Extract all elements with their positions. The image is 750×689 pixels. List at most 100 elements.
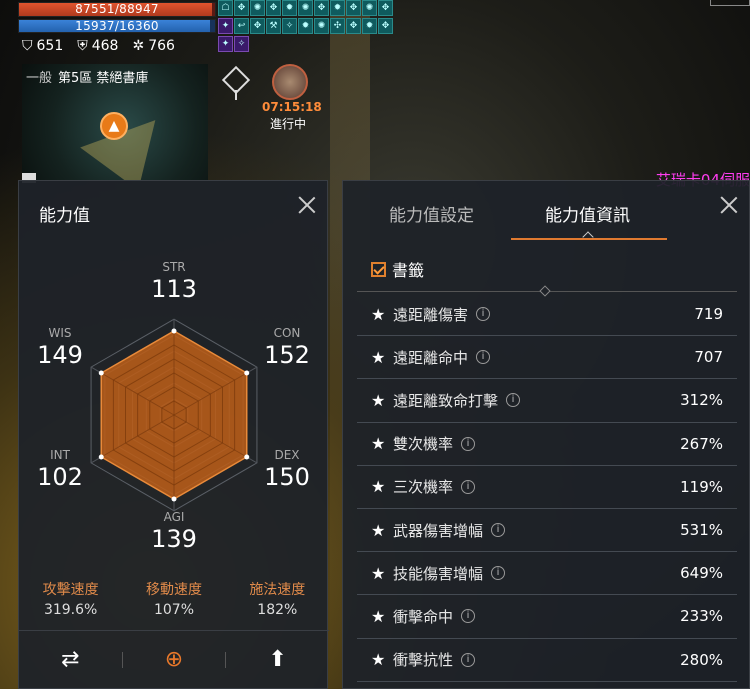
- buff-icon[interactable]: ✥: [346, 0, 361, 16]
- radar-vertex: [171, 328, 177, 334]
- buff-icon[interactable]: ↩: [234, 18, 249, 34]
- speed-label: 攻擊速度: [42, 582, 99, 598]
- zoom-in-icon[interactable]: ⊕: [123, 647, 226, 672]
- stat-row[interactable]: ★ 三次機率 i 119%: [357, 466, 737, 509]
- upgrade-arrow-icon[interactable]: ⬆: [226, 647, 329, 672]
- buff-icon[interactable]: ✥: [234, 0, 249, 16]
- buff-icon[interactable]: ✥: [250, 18, 265, 34]
- buff-icon[interactable]: ✥: [266, 0, 281, 16]
- radar-axis-value: 150: [264, 463, 310, 491]
- info-icon[interactable]: i: [461, 479, 476, 494]
- star-icon[interactable]: ★: [371, 434, 393, 453]
- buff-icon[interactable]: ✺: [362, 0, 377, 16]
- info-icon[interactable]: i: [506, 393, 521, 408]
- stat-info-panel: 能力值設定 能力值資訊 書籤 ★ 遠距離傷害 i 719 ★ 遠距離命中 i 707 ★ 遠距離致…: [342, 180, 750, 689]
- stat-row[interactable]: ★ 衝擊命中 i 233%: [357, 595, 737, 639]
- buff-icon[interactable]: ✣: [330, 18, 345, 34]
- star-icon[interactable]: ★: [371, 477, 393, 496]
- buff-icon[interactable]: ✥: [378, 0, 393, 16]
- info-icon[interactable]: i: [461, 652, 476, 667]
- stat-value: 719: [694, 305, 723, 324]
- close-icon[interactable]: [719, 195, 739, 215]
- hp-bar: 87551/88947: [18, 2, 216, 17]
- buff-icon[interactable]: ✥: [314, 0, 329, 16]
- swap-icon[interactable]: ⇄: [19, 647, 122, 672]
- stat-label: 遠距離致命打擊: [393, 391, 499, 410]
- buff-icon[interactable]: ✦: [218, 18, 233, 34]
- buff-icon[interactable]: ✹: [298, 18, 313, 34]
- stat-value: 280%: [680, 650, 723, 669]
- buff-icon[interactable]: ✦: [218, 36, 233, 52]
- buff-icon[interactable]: ✺: [314, 18, 329, 34]
- buff-bar: ☖ ✥ ✺ ✥ ✹ ✺ ✥ ✹ ✥ ✺ ✥ ✦ ↩ ✥ ⚒ ✧ ✹ ✺ ✣ ✥ ✹ ✥ ✦ ✧: [218, 0, 396, 54]
- checkbox-icon[interactable]: [371, 261, 386, 277]
- buff-icon[interactable]: ✹: [362, 18, 377, 34]
- buff-icon[interactable]: ✹: [282, 0, 297, 16]
- buff-icon[interactable]: ✧: [282, 18, 297, 34]
- buff-icon[interactable]: ✹: [330, 0, 345, 16]
- info-icon[interactable]: i: [476, 307, 491, 322]
- info-icon[interactable]: i: [476, 350, 491, 365]
- stat-row[interactable]: ★ 雙次機率 i 267%: [357, 423, 737, 466]
- radar-svg: STR113 CON152 DEX150 AGI139 INT102 WIS149: [37, 260, 310, 553]
- info-icon[interactable]: i: [461, 609, 476, 624]
- bookmark-filter[interactable]: 書籤: [371, 257, 424, 281]
- star-icon[interactable]: ★: [371, 391, 393, 410]
- map-mode: 一般: [26, 71, 53, 86]
- star-icon[interactable]: ★: [371, 305, 393, 324]
- star-icon[interactable]: ★: [371, 521, 393, 540]
- star-icon[interactable]: ★: [371, 650, 393, 669]
- buff-icon[interactable]: ⚒: [266, 18, 281, 34]
- stat-value: 649%: [680, 564, 723, 583]
- close-icon[interactable]: [297, 195, 317, 215]
- speed-value: 319.6%: [43, 602, 98, 618]
- stat-row[interactable]: ★ 武器傷害增幅 i 531%: [357, 509, 737, 553]
- mp-bar: 15937/16360: [18, 19, 216, 33]
- boss-status: 進行中: [270, 117, 307, 131]
- buff-icon[interactable]: ☖: [218, 0, 233, 16]
- player-marker-icon: ▲: [100, 112, 128, 140]
- speed-attack: 攻擊速度 319.6%: [26, 579, 116, 618]
- radar-vertex: [244, 454, 250, 460]
- info-icon[interactable]: i: [491, 523, 506, 538]
- speed-label: 移動速度: [145, 582, 202, 598]
- radar-vertex: [98, 454, 104, 460]
- buff-icon[interactable]: ✧: [234, 36, 249, 52]
- radar-vertex: [171, 496, 177, 502]
- info-icon[interactable]: i: [461, 436, 476, 451]
- speed-value: 182%: [257, 602, 298, 618]
- stat-value: 531%: [680, 521, 723, 540]
- hp-text: 87551/88947: [75, 2, 159, 16]
- tab-stat-info[interactable]: 能力值資訊: [545, 201, 630, 226]
- star-icon[interactable]: ★: [371, 607, 393, 626]
- stat-row[interactable]: ★ 技能傷害增幅 i 649%: [357, 552, 737, 596]
- radar-axis-label: INT: [50, 448, 71, 462]
- info-icon[interactable]: i: [491, 566, 506, 581]
- boss-portrait-icon[interactable]: [272, 64, 308, 100]
- stat-label: 遠距離命中: [393, 348, 469, 367]
- boss-timer: 07:15:18: [262, 100, 322, 114]
- buff-icon[interactable]: ✺: [298, 0, 313, 16]
- radar-axis-label: DEX: [274, 448, 299, 462]
- star-icon[interactable]: ★: [371, 348, 393, 367]
- buff-icon[interactable]: ✥: [346, 18, 361, 34]
- stat-row[interactable]: ★ 遠距離傷害 i 719: [357, 293, 737, 337]
- radar-axis-label: STR: [162, 260, 185, 274]
- radar-axis-label: AGI: [164, 510, 185, 524]
- stat-label: 三次機率: [393, 478, 454, 497]
- stat-row[interactable]: ★ 遠距離致命打擊 i 312%: [357, 379, 737, 423]
- view-cone: [80, 120, 176, 180]
- radar-axis-value: 152: [264, 341, 310, 369]
- tab-stat-settings[interactable]: 能力值設定: [389, 201, 474, 226]
- buff-icon[interactable]: ✥: [378, 18, 393, 34]
- radar-axis-value: 102: [37, 463, 83, 491]
- shield-icon: ⛉: [22, 38, 33, 54]
- stat-value: 119%: [680, 477, 723, 496]
- buff-icon[interactable]: ✺: [250, 0, 265, 16]
- stat-row[interactable]: ★ 遠距離命中 i 707: [357, 336, 737, 380]
- stat-3-value: 766: [148, 38, 175, 54]
- stat-label: 武器傷害增幅: [393, 521, 484, 540]
- star-icon[interactable]: ★: [371, 564, 393, 583]
- stat-row[interactable]: ★ 衝擊抗性 i 280%: [357, 639, 737, 682]
- stat-summary: ⛉ 651 ⛨ 468 ✲ 766: [22, 38, 175, 54]
